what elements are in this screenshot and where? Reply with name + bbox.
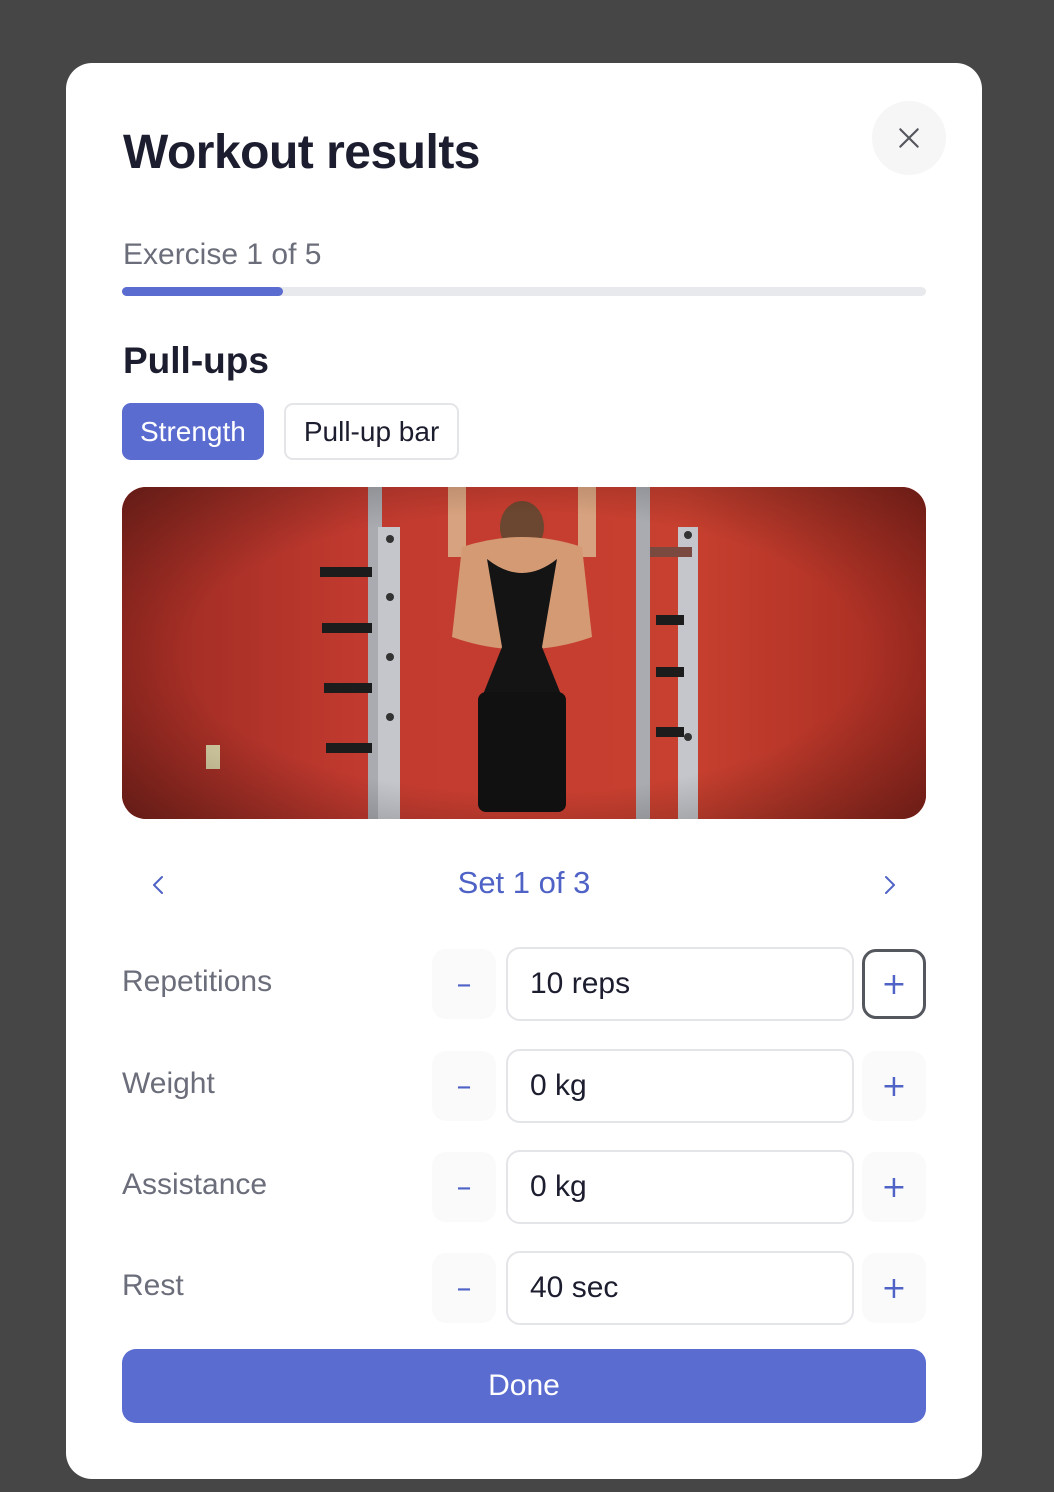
weight-label: Weight xyxy=(122,1067,215,1100)
exercise-progress-bar xyxy=(122,287,926,296)
assistance-increment-button[interactable]: + xyxy=(862,1152,926,1222)
next-set-button[interactable] xyxy=(857,853,921,917)
assistance-field[interactable]: 0 kg xyxy=(506,1150,854,1224)
rest-field[interactable]: 40 sec xyxy=(506,1251,854,1325)
repetitions-label: Repetitions xyxy=(122,965,273,998)
exercise-progress-fill xyxy=(122,287,283,296)
assistance-decrement-button[interactable]: – xyxy=(432,1152,496,1222)
close-icon xyxy=(899,128,919,148)
exercise-tags: Strength Pull-up bar xyxy=(122,403,460,460)
rest-label: Rest xyxy=(122,1269,184,1302)
tag-category: Strength xyxy=(122,403,264,460)
chevron-right-icon xyxy=(885,876,895,894)
repetitions-row: Repetitions – 10 reps + xyxy=(122,947,926,1021)
weight-row: Weight – 0 kg + xyxy=(122,1049,926,1123)
exercise-counter: Exercise 1 of 5 xyxy=(123,238,322,271)
repetitions-increment-button[interactable]: + xyxy=(862,949,926,1019)
exercise-name: Pull-ups xyxy=(123,340,269,381)
rest-increment-button[interactable]: + xyxy=(862,1253,926,1323)
exercise-video-thumbnail[interactable] xyxy=(122,487,926,819)
assistance-label: Assistance xyxy=(122,1168,268,1201)
dialog-title: Workout results xyxy=(123,126,481,179)
assistance-row: Assistance – 0 kg + xyxy=(122,1150,926,1224)
weight-increment-button[interactable]: + xyxy=(862,1051,926,1121)
repetitions-decrement-button[interactable]: – xyxy=(432,949,496,1019)
repetitions-field[interactable]: 10 reps xyxy=(506,947,854,1021)
set-counter: Set 1 of 3 xyxy=(457,865,591,900)
workout-results-dialog: Workout results Exercise 1 of 5 Pull-ups… xyxy=(66,63,982,1479)
weight-field[interactable]: 0 kg xyxy=(506,1049,854,1123)
close-button[interactable] xyxy=(872,101,946,175)
rest-decrement-button[interactable]: – xyxy=(432,1253,496,1323)
weight-decrement-button[interactable]: – xyxy=(432,1051,496,1121)
set-navigation: Set 1 of 3 xyxy=(122,853,926,917)
done-button[interactable]: Done xyxy=(122,1349,926,1423)
rest-row: Rest – 40 sec + xyxy=(122,1251,926,1325)
tag-equipment: Pull-up bar xyxy=(283,403,460,460)
